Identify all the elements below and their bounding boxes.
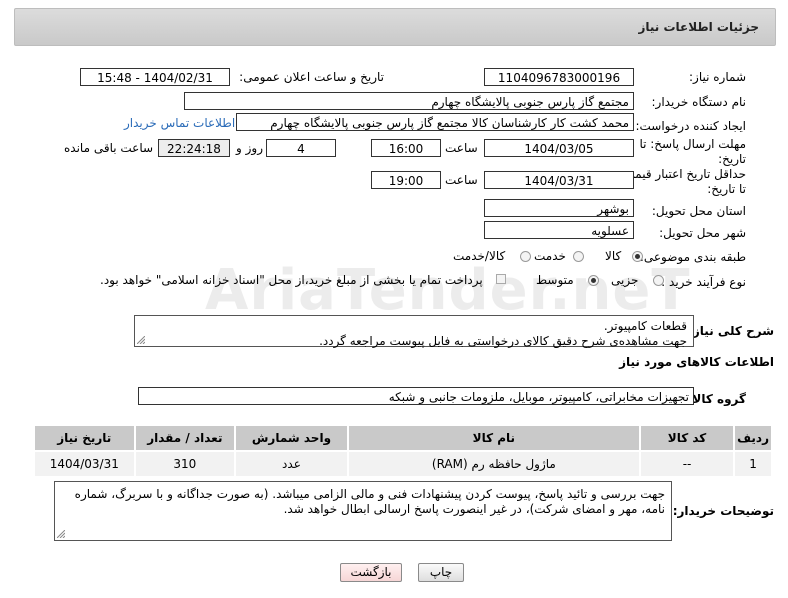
cell-unit: عدد bbox=[234, 450, 349, 478]
validity-time-label: ساعت bbox=[445, 173, 478, 187]
goods-group-label: گروه کالا: bbox=[687, 392, 746, 406]
resize-grip-icon[interactable] bbox=[57, 530, 65, 538]
description-line-1: قطعات کامپیوتر. bbox=[603, 319, 687, 333]
goods-group-field: تجهیزات مخابراتی، کامپیوتر، موبایل، ملزو… bbox=[138, 387, 694, 405]
deadline-time-label: ساعت bbox=[445, 141, 478, 155]
col-header-need-date: تاریخ نیاز bbox=[33, 424, 136, 452]
category-radio-goods[interactable] bbox=[632, 251, 643, 262]
validity-time-field: 19:00 bbox=[371, 171, 441, 189]
deadline-label-2: تاریخ: bbox=[718, 152, 746, 166]
items-section-title: اطلاعات کالاهای مورد نیاز bbox=[619, 355, 774, 369]
buyer-notes-label: توضیحات خریدار: bbox=[672, 504, 774, 518]
description-textarea[interactable]: قطعات کامپیوتر. جهت مشاهده‌ی شرح دقیق کا… bbox=[134, 315, 694, 348]
process-radio-medium[interactable] bbox=[588, 275, 599, 286]
city-label: شهر محل تحویل: bbox=[659, 226, 746, 240]
cell-need-date: 1404/03/31 bbox=[33, 450, 136, 478]
creator-label: ایجاد کننده درخواست: bbox=[635, 119, 746, 133]
province-field: بوشهر bbox=[484, 199, 634, 217]
cell-item-name: ماژول حافظه رم (RAM) bbox=[346, 450, 641, 478]
buyer-notes-line-2: نامه، مهر و امضای شرکت)، در غیر اینصورت … bbox=[283, 502, 665, 516]
description-label: شرح کلی نیاز: bbox=[688, 324, 774, 338]
category-label: طبقه بندی موضوعی: bbox=[639, 250, 746, 264]
creator-field: محمد کشت کار کارشناسان کالا مجتمع گاز پا… bbox=[236, 113, 634, 131]
page-title: جزئیات اطلاعات نیاز bbox=[638, 20, 759, 34]
description-line-2: جهت مشاهده‌ی شرح دقیق کالای درخواستی به … bbox=[319, 334, 687, 348]
announce-label: تاریخ و ساعت اعلان عمومی: bbox=[239, 70, 384, 84]
need-number-label: شماره نیاز: bbox=[689, 70, 746, 84]
process-label: نوع فرآیند خرید : bbox=[661, 275, 746, 289]
col-header-quantity: تعداد / مقدار bbox=[133, 424, 237, 452]
col-header-item-name: نام کالا bbox=[346, 424, 641, 452]
deadline-time-field: 16:00 bbox=[371, 139, 441, 157]
buyer-org-label: نام دستگاه خریدار: bbox=[651, 95, 747, 109]
col-header-row-number: ردیف bbox=[733, 424, 773, 452]
cell-quantity: 310 bbox=[133, 450, 237, 478]
province-label: استان محل تحویل: bbox=[651, 204, 746, 218]
remaining-time-field: 22:24:18 bbox=[158, 139, 230, 157]
buyer-contact-link[interactable]: اطلاعات تماس خریدار bbox=[124, 116, 235, 130]
deadline-date-field: 1404/03/05 bbox=[484, 139, 634, 157]
cell-item-code: -- bbox=[638, 450, 736, 478]
col-header-unit: واحد شمارش bbox=[234, 424, 349, 452]
resize-grip-icon[interactable] bbox=[137, 336, 145, 344]
items-table: ردیف کد کالا نام کالا واحد شمارش تعداد /… bbox=[33, 424, 773, 478]
city-field: عسلویه bbox=[484, 221, 634, 239]
days-label: روز و bbox=[236, 141, 263, 155]
process-option-minor: جزیی bbox=[611, 273, 639, 287]
validity-label: حداقل تاریخ اعتبار قیمت: bbox=[619, 167, 746, 181]
announce-field: 1404/02/31 - 15:48 bbox=[80, 68, 230, 86]
need-number-field: 1104096783000196 bbox=[484, 68, 634, 86]
col-header-item-code: کد کالا bbox=[638, 424, 736, 452]
category-radio-service[interactable] bbox=[573, 251, 584, 262]
watermark-logo: AriaTender.neT bbox=[205, 258, 691, 323]
process-option-medium: متوسط bbox=[536, 273, 574, 287]
table-header-row: ردیف کد کالا نام کالا واحد شمارش تعداد /… bbox=[33, 424, 773, 452]
category-option-goods: کالا bbox=[605, 249, 622, 263]
header-panel: جزئیات اطلاعات نیاز bbox=[14, 8, 776, 46]
remaining-label: ساعت باقی مانده bbox=[64, 141, 154, 155]
buyer-notes-textarea[interactable]: جهت بررسی و تائید پاسخ، پیوست کردن پیشنه… bbox=[54, 481, 672, 541]
treasury-checkbox[interactable] bbox=[496, 274, 506, 284]
category-option-service: خدمت bbox=[534, 249, 566, 263]
buyer-notes-line-1: جهت بررسی و تائید پاسخ، پیوست کردن پیشنه… bbox=[74, 487, 665, 501]
category-radio-goods-service[interactable] bbox=[520, 251, 531, 262]
validity-date-field: 1404/03/31 bbox=[484, 171, 634, 189]
process-radio-minor[interactable] bbox=[653, 275, 664, 286]
validity-label-2: تا تاریخ: bbox=[707, 182, 746, 196]
back-button[interactable]: بازگشت bbox=[340, 563, 402, 582]
category-option-goods-service: کالا/خدمت bbox=[453, 249, 506, 263]
print-button[interactable]: چاپ bbox=[418, 563, 464, 582]
table-row[interactable]: 1 -- ماژول حافظه رم (RAM) عدد 310 1404/0… bbox=[33, 450, 773, 478]
buyer-org-field: مجتمع گاز پارس جنوبی پالایشگاه چهارم bbox=[184, 92, 634, 110]
payment-note: پرداخت تمام یا بخشی از مبلغ خرید،از محل … bbox=[100, 273, 483, 287]
deadline-label: مهلت ارسال پاسخ: تا bbox=[639, 137, 746, 151]
cell-row-number: 1 bbox=[733, 450, 773, 478]
days-field: 4 bbox=[266, 139, 336, 157]
